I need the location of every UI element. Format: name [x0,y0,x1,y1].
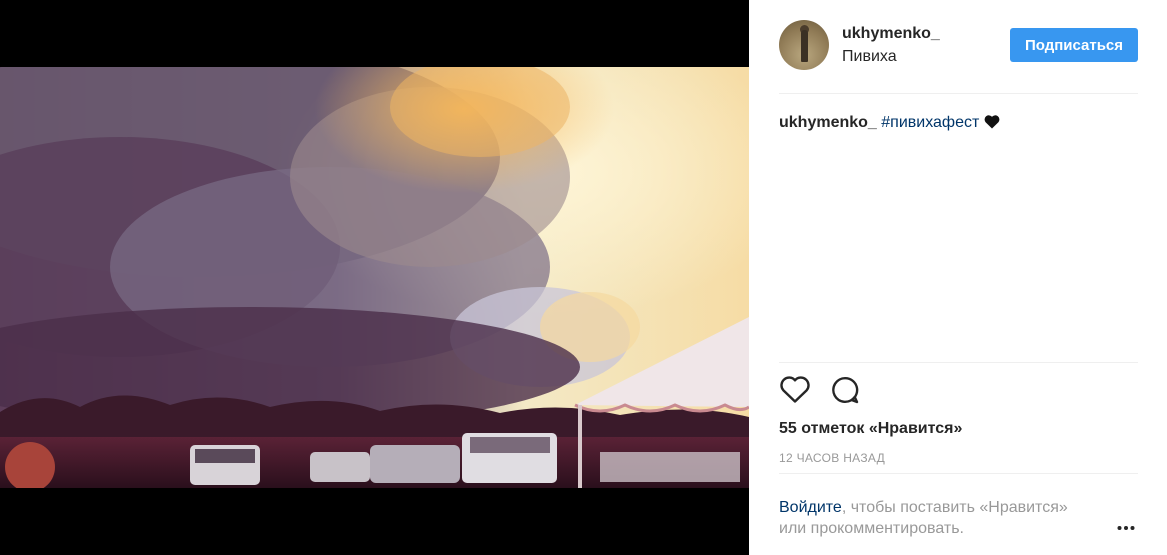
login-link[interactable]: Войдите [779,499,842,516]
avatar[interactable] [779,20,829,70]
heart-outline-icon [780,376,810,408]
ellipsis-icon [1117,518,1135,536]
post-caption: ukhymenko_ #пивихафест [779,113,1138,135]
login-prompt: Войдите, чтобы поставить «Нравится» или … [779,497,1099,539]
speech-bubble-icon [830,375,860,410]
photo-pane [0,0,749,555]
follow-button[interactable]: Подписаться [1010,28,1138,62]
likes-count[interactable]: 55 отметок «Нравится» [779,420,962,438]
more-options-button[interactable] [1114,515,1138,539]
like-button[interactable] [779,376,811,408]
post-photo[interactable] [0,67,749,488]
post-header: ukhymenko_ Пивиха Подписаться [779,20,1138,70]
actions-divider [779,362,1138,363]
location-link[interactable]: Пивиха [842,48,897,66]
header-divider [779,93,1138,94]
username-link[interactable]: ukhymenko_ [842,25,940,43]
avatar-figure-body [801,30,808,62]
post-timestamp[interactable]: 12 ЧАСОВ НАЗАД [779,451,885,465]
post-sidebar: ukhymenko_ Пивиха Подписаться ukhymenko_… [749,0,1167,555]
comment-button[interactable] [829,376,861,408]
footer-divider [779,473,1138,474]
black-heart-icon [984,114,1000,135]
post-actions [779,376,879,406]
caption-hashtag-link[interactable]: #пивихафест [881,114,979,131]
caption-username-link[interactable]: ukhymenko_ [779,114,877,131]
storm-clouds-photo [0,67,749,488]
